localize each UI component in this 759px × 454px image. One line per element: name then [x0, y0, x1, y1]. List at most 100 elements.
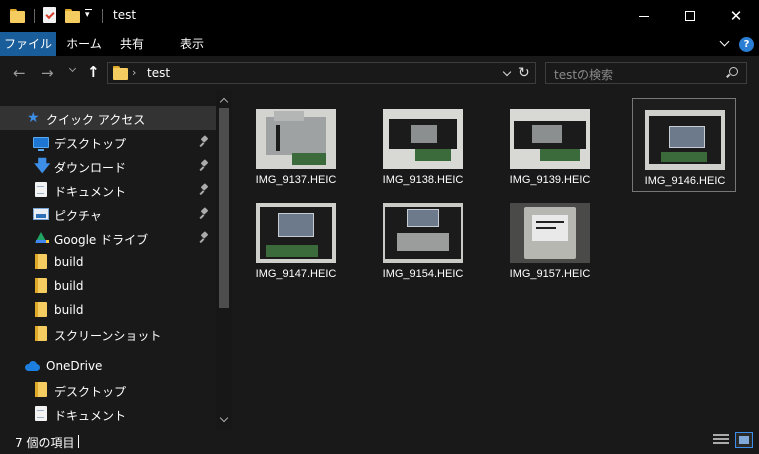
- sidebar-item-label: スクリーンショット: [54, 329, 162, 343]
- sidebar-item-onedrive-documents[interactable]: ドキュメント: [0, 402, 216, 426]
- sidebar-item-label: build: [54, 303, 84, 317]
- sidebar-item-pictures[interactable]: ピクチャ: [0, 202, 216, 226]
- forward-arrow-icon[interactable]: →: [41, 65, 54, 81]
- image-thumbnail: [510, 109, 590, 169]
- refresh-icon[interactable]: ↻: [518, 64, 530, 82]
- ribbon-tabs: ファイル ホーム 共有 表示: [0, 32, 759, 126]
- pin-icon: [200, 184, 209, 195]
- file-name: IMG_9147.HEIC: [255, 268, 337, 280]
- minimize-icon: [639, 15, 649, 17]
- search-icon[interactable]: [729, 67, 738, 76]
- sidebar-item-onedrive-desktop[interactable]: デスクトップ: [0, 378, 216, 402]
- address-history-chevron-icon[interactable]: [503, 69, 511, 77]
- tab-home[interactable]: ホーム: [60, 32, 108, 56]
- address-bar[interactable]: › test ↻: [107, 62, 536, 84]
- quick-access-toolbar-dropdown-icon[interactable]: ▾: [85, 9, 92, 20]
- large-icons-view-icon[interactable]: [735, 432, 753, 448]
- item-count: 7 個の項目: [15, 436, 75, 450]
- back-arrow-icon[interactable]: ←: [13, 65, 26, 81]
- sidebar-item-build-1[interactable]: build: [0, 250, 216, 274]
- maximize-icon: [685, 11, 695, 21]
- sidebar-item-build-2[interactable]: build: [0, 274, 216, 298]
- file-list: IMG_9137.HEIC IMG_9138.HEIC IMG_9139.HEI…: [232, 90, 759, 430]
- file-item-img-9147[interactable]: IMG_9147.HEIC: [244, 192, 348, 286]
- search-box[interactable]: testの検索: [545, 62, 747, 84]
- folder-icon: [35, 302, 47, 317]
- pin-icon: [200, 136, 209, 147]
- up-arrow-icon[interactable]: ↑: [87, 64, 100, 80]
- sidebar-item-label: Google ドライブ: [54, 233, 149, 247]
- new-folder-icon[interactable]: [65, 8, 80, 24]
- details-view-icon[interactable]: [713, 433, 729, 447]
- google-drive-icon: [33, 231, 49, 245]
- folder-icon: [35, 254, 47, 269]
- close-button[interactable]: ✕: [713, 0, 759, 32]
- pin-icon: [200, 232, 209, 243]
- onedrive-icon: [25, 361, 41, 371]
- expand-ribbon-chevron-icon[interactable]: [718, 36, 732, 50]
- image-thumbnail: [510, 203, 590, 263]
- status-divider: [78, 435, 79, 448]
- maximize-button[interactable]: [667, 0, 713, 32]
- help-icon[interactable]: ?: [739, 37, 754, 52]
- desktop-icon: [33, 137, 49, 151]
- file-name: IMG_9139.HEIC: [509, 174, 591, 186]
- file-item-img-9154[interactable]: IMG_9154.HEIC: [371, 192, 475, 286]
- sidebar-item-build-3[interactable]: build: [0, 298, 216, 322]
- sidebar-item-quick-access[interactable]: ★ クイック アクセス: [0, 106, 216, 130]
- minimize-button[interactable]: [621, 0, 667, 32]
- sidebar-item-label: ピクチャ: [54, 209, 102, 223]
- pin-icon: [200, 208, 209, 219]
- sidebar-scrollbar[interactable]: [216, 90, 232, 430]
- file-item-img-9157[interactable]: IMG_9157.HEIC: [498, 192, 602, 286]
- file-name: IMG_9137.HEIC: [255, 174, 337, 186]
- document-icon: [35, 182, 47, 197]
- file-item-img-9146[interactable]: IMG_9146.HEIC: [632, 98, 736, 192]
- sidebar-item-screenshots[interactable]: スクリーンショット: [0, 322, 216, 346]
- close-icon: ✕: [729, 6, 743, 25]
- image-thumbnail: [383, 109, 463, 169]
- image-thumbnail: [645, 110, 725, 170]
- star-icon: ★: [27, 110, 40, 126]
- sidebar-item-desktop[interactable]: デスクトップ: [0, 130, 216, 154]
- sidebar-item-label: ドキュメント: [54, 185, 127, 199]
- tab-view[interactable]: 表示: [168, 32, 216, 56]
- search-input[interactable]: testの検索: [554, 66, 613, 83]
- sidebar-item-label: ドキュメント: [54, 409, 127, 423]
- image-thumbnail: [256, 109, 336, 169]
- divider: [102, 9, 103, 23]
- file-name: IMG_9154.HEIC: [382, 268, 464, 280]
- title-bar: ▾ test ✕: [0, 0, 759, 32]
- breadcrumb-separator-icon[interactable]: ›: [132, 66, 136, 79]
- properties-icon[interactable]: [43, 7, 56, 23]
- file-item-img-9139[interactable]: IMG_9139.HEIC: [498, 98, 602, 192]
- scroll-up-chevron-icon[interactable]: [220, 96, 228, 104]
- sidebar-item-label: build: [54, 279, 84, 293]
- sidebar-item-label: ダウンロード: [54, 161, 127, 175]
- scroll-down-chevron-icon[interactable]: [220, 416, 228, 424]
- window-title: test: [113, 8, 137, 22]
- file-item-img-9137[interactable]: IMG_9137.HEIC: [244, 98, 348, 192]
- sidebar-item-onedrive[interactable]: OneDrive: [0, 354, 216, 378]
- breadcrumb-test[interactable]: test: [147, 66, 170, 80]
- sidebar-item-downloads[interactable]: 🡇 ダウンロード: [0, 154, 216, 178]
- pin-icon: [200, 160, 209, 171]
- file-name: IMG_9138.HEIC: [382, 174, 464, 186]
- file-item-img-9138[interactable]: IMG_9138.HEIC: [371, 98, 475, 192]
- tab-share[interactable]: 共有: [112, 32, 152, 56]
- image-thumbnail: [256, 203, 336, 263]
- divider: [34, 9, 35, 23]
- folder-icon: [35, 278, 47, 293]
- sidebar-item-documents[interactable]: ドキュメント: [0, 178, 216, 202]
- scrollbar-thumb[interactable]: [219, 108, 229, 308]
- status-bar: 7 個の項目: [0, 430, 759, 454]
- sidebar-item-label: OneDrive: [46, 359, 103, 373]
- sidebar-item-google-drive[interactable]: Google ドライブ: [0, 226, 216, 250]
- sidebar-item-label: build: [54, 255, 84, 269]
- navigation-pane: ★ クイック アクセス デスクトップ 🡇 ダウンロード ドキュメント ピクチャ …: [0, 90, 232, 430]
- folder-icon: [35, 326, 47, 341]
- file-name: IMG_9146.HEIC: [644, 175, 726, 187]
- download-icon: 🡇: [34, 156, 51, 175]
- sidebar-item-label: クイック アクセス: [46, 113, 146, 127]
- recent-locations-chevron-icon[interactable]: [69, 65, 78, 74]
